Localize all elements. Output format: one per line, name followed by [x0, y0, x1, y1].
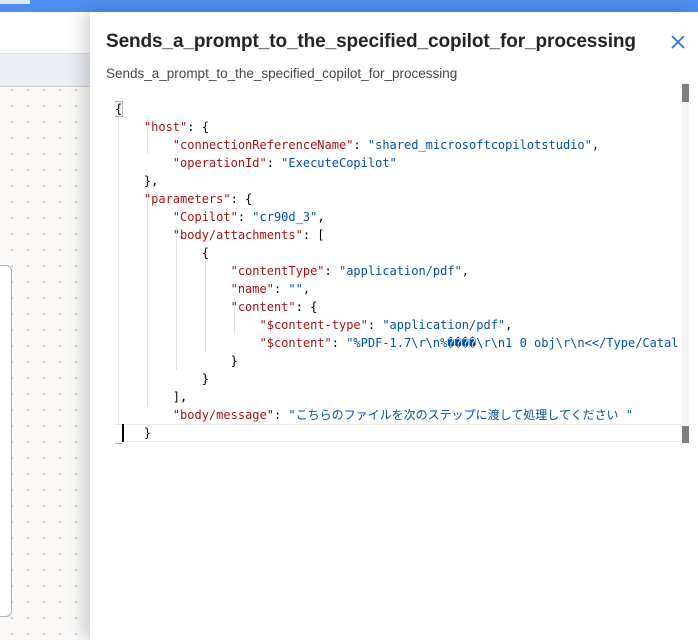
code-line: "body/message": "こちらのファイルを次のステップに渡して処理して…: [172, 408, 634, 422]
json-key: "$content": [259, 336, 332, 350]
json-key: "parameters": [143, 192, 231, 206]
json-value: "application/pdf": [338, 264, 462, 278]
json-key: "content": [230, 300, 296, 314]
code-line: "content": {: [115, 298, 679, 316]
close-icon: [671, 35, 685, 49]
code-line: "operationId": "ExecuteCopilot": [172, 156, 397, 170]
top-bar: [0, 0, 698, 12]
json-value: "": [288, 282, 303, 296]
code-line: "contentType": "application/pdf",: [230, 264, 470, 278]
code-editor[interactable]: { "host": { "connectionReferenceName": "…: [115, 82, 690, 444]
json-value: "shared_microsoftcopilotstudio": [367, 138, 592, 152]
json-value: "%PDF-1.7\r\n%����\r\n1 0 obj\r\n<</Type…: [346, 336, 679, 350]
json-key: "contentType": [230, 264, 325, 278]
json-key: "Copilot": [172, 210, 238, 224]
json-punct: },: [143, 174, 159, 188]
code-line: "Copilot": "cr90d_3",: [172, 210, 325, 224]
json-punct: }: [143, 426, 152, 440]
canvas-toolbar-strip: [0, 54, 95, 87]
code-line: }: [115, 370, 679, 388]
editor-scrollbar-bottom[interactable]: [682, 426, 689, 443]
json-punct: : [: [302, 228, 325, 242]
json-punct: : {: [295, 300, 318, 314]
code-line: "connectionReferenceName": "shared_micro…: [172, 138, 600, 152]
json-punct: : {: [187, 120, 209, 134]
json-key: "body/attachments": [172, 228, 303, 242]
editor-scrollbar[interactable]: [682, 82, 689, 444]
code-line: }: [115, 352, 679, 370]
code-line: "parameters": {: [115, 190, 679, 208]
json-key: "connectionReferenceName": [172, 138, 354, 152]
code-line: "body/attachments": [: [115, 226, 679, 244]
code-line: }: [115, 424, 679, 442]
code-line: ],: [115, 388, 679, 406]
code-line: "name": "",: [230, 282, 311, 296]
code-line: },: [115, 172, 679, 190]
json-key: "host": [143, 120, 188, 134]
code-line: "host": {: [115, 118, 679, 136]
json-punct: }: [230, 354, 238, 368]
json-value: "こちらのファイルを次のステップに渡して処理してください ": [288, 408, 634, 422]
top-bar-chip: [0, 0, 30, 4]
json-key: "operationId": [172, 156, 267, 170]
editor-scrollbar-thumb[interactable]: [682, 84, 689, 102]
code-line: {: [115, 244, 679, 262]
code-view-panel: Sends_a_prompt_to_the_specified_copilot_…: [90, 12, 698, 640]
close-button[interactable]: [668, 32, 688, 52]
json-key: "name": [230, 282, 274, 296]
json-key: "body/message": [172, 408, 274, 422]
code-line: "$content": "%PDF-1.7\r\n%����\r\n1 0 ob…: [259, 336, 679, 350]
text-cursor: [122, 424, 124, 442]
flow-action-card[interactable]: [0, 265, 12, 617]
json-code: { "host": { "connectionReferenceName": "…: [115, 82, 679, 444]
code-line: "$content-type": "application/pdf",: [259, 318, 513, 332]
json-value: "application/pdf": [382, 318, 506, 332]
canvas-header-strip: [0, 12, 95, 54]
flow-canvas[interactable]: [0, 12, 95, 640]
code-line: }: [115, 442, 679, 444]
bracket-match: {: [115, 101, 124, 117]
json-value: "ExecuteCopilot": [281, 156, 397, 170]
json-punct: }: [201, 372, 209, 386]
panel-title: Sends_a_prompt_to_the_specified_copilot_…: [106, 31, 636, 52]
json-key: "$content-type": [259, 318, 368, 332]
json-punct: : {: [230, 192, 253, 206]
code-line: {: [115, 100, 679, 118]
panel-subtitle: Sends_a_prompt_to_the_specified_copilot_…: [106, 66, 458, 81]
json-punct: {: [201, 246, 209, 260]
json-punct: ],: [172, 390, 188, 404]
json-value: "cr90d_3": [252, 210, 318, 224]
